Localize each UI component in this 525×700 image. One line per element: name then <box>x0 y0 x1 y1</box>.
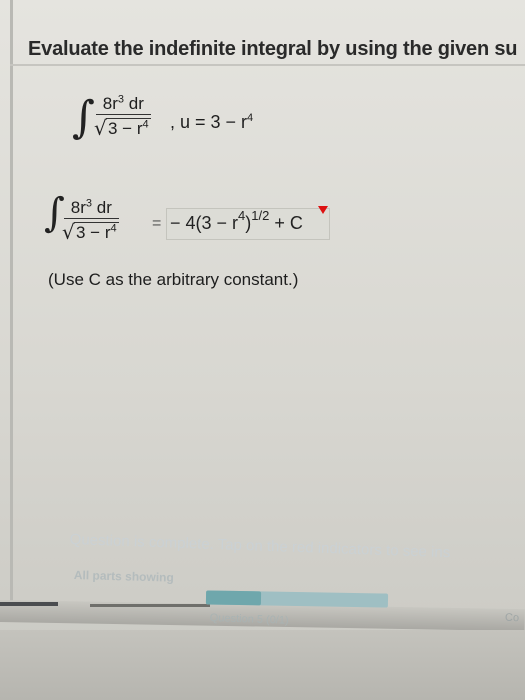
answer-fraction: 8r3 dr 3 − r4 <box>62 198 119 244</box>
answer-numerator: 8r3 dr <box>64 198 119 219</box>
problem-fraction: 8r3 dr 3 − r4 <box>94 94 151 140</box>
question-title: Evaluate the indefinite integral by usin… <box>28 38 518 60</box>
instruction-note: (Use C as the arbitrary constant.) <box>48 270 299 289</box>
red-indicator-icon[interactable] <box>318 206 328 214</box>
desk-surface <box>0 630 525 700</box>
bar-segment <box>0 602 58 606</box>
bar-segment <box>90 604 210 607</box>
problem-numerator: 8r3 dr <box>96 94 151 115</box>
continue-button[interactable]: Co <box>505 612 519 624</box>
answer-denominator: 3 − r4 <box>62 219 119 244</box>
left-border <box>10 0 13 610</box>
answer-value[interactable]: − 4(3 − r4)1/2 + C <box>170 208 303 234</box>
header-divider <box>10 64 525 66</box>
all-parts-showing[interactable]: All parts showing <box>74 568 174 585</box>
problem-denominator: 3 − r4 <box>94 115 151 140</box>
progress-fill <box>205 590 261 606</box>
equals-sign: = <box>152 215 162 232</box>
integral-symbol: ∫ <box>72 92 95 143</box>
substitution-text: , u = 3 − r4 <box>170 112 254 132</box>
